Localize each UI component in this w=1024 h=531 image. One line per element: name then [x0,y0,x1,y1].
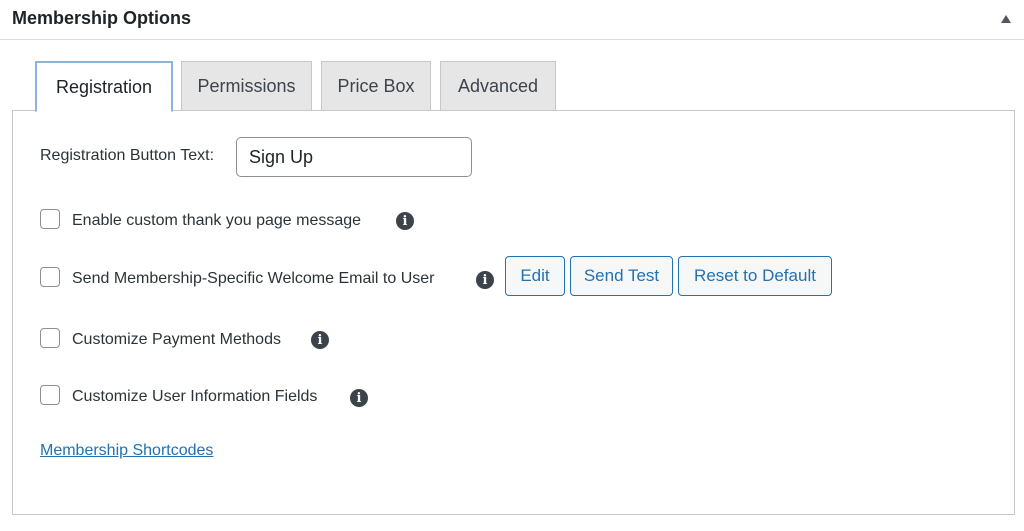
send-test-button[interactable]: Send Test [570,256,673,296]
tab-label: Price Box [337,76,415,96]
custom-thank-you-checkbox[interactable] [40,209,60,229]
registration-button-text-label: Registration Button Text: [40,147,215,164]
metabox-header: Membership Options [0,0,1024,40]
registration-button-text-input[interactable] [236,137,472,177]
info-icon[interactable]: i [350,389,368,407]
membership-shortcodes-link[interactable]: Membership Shortcodes [40,442,213,460]
triangle-up-icon[interactable] [996,9,1016,29]
tab-label: Permissions [197,76,296,96]
customize-user-fields-checkbox[interactable] [40,385,60,405]
tab-advanced[interactable]: Advanced [440,61,556,111]
reset-to-default-button[interactable]: Reset to Default [678,256,832,296]
tab-label: Registration [55,76,153,97]
custom-thank-you-label: Enable custom thank you page message [72,212,362,229]
tab-registration[interactable]: Registration [35,61,173,112]
customize-payment-methods-label: Customize Payment Methods [72,331,281,348]
info-icon[interactable]: i [476,271,494,289]
customize-user-fields-label: Customize User Information Fields [72,388,318,405]
edit-email-button[interactable]: Edit [505,256,565,296]
tab-permissions[interactable]: Permissions [181,61,312,111]
welcome-email-checkbox[interactable] [40,267,60,287]
tab-price-box[interactable]: Price Box [321,61,431,111]
tab-label: Advanced [457,76,539,96]
membership-options-metabox: Membership Options Registration Permissi… [0,0,1024,531]
welcome-email-label: Send Membership-Specific Welcome Email t… [72,270,435,287]
info-icon[interactable]: i [311,331,329,349]
metabox-title: Membership Options [12,8,192,28]
info-icon[interactable]: i [396,212,414,230]
customize-payment-methods-checkbox[interactable] [40,328,60,348]
